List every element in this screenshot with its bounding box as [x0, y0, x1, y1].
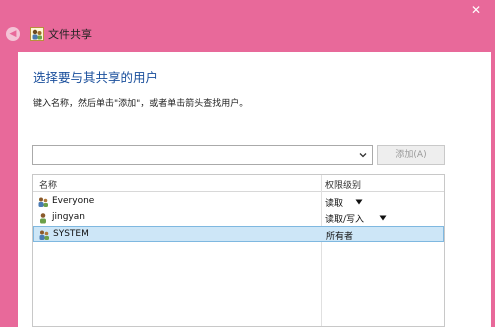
permission-dropdown-icon[interactable]: [379, 215, 387, 221]
column-header-permission[interactable]: 权限级别: [325, 178, 361, 191]
column-header-name[interactable]: 名称: [39, 178, 57, 191]
page-title: 选择要与其共享的用户: [33, 70, 159, 85]
back-icon: ◀: [9, 29, 17, 39]
permission-level[interactable]: 读取/写入: [325, 212, 364, 225]
list-row-jingyan[interactable]: jingyan 读取/写入: [33, 210, 444, 226]
list-row-everyone[interactable]: Everyone 读取: [33, 194, 444, 210]
user-name: Everyone: [52, 196, 95, 206]
window-border: [0, 52, 3, 327]
chevron-down-icon[interactable]: [358, 150, 368, 160]
user-name-combobox[interactable]: [32, 145, 373, 165]
window-title: 文件共享: [48, 28, 92, 41]
group-icon: [39, 230, 49, 240]
group-icon: [38, 197, 48, 207]
close-icon: ✕: [470, 3, 482, 17]
user-name: SYSTEM: [53, 229, 89, 239]
close-button[interactable]: ✕: [457, 0, 495, 22]
dialog-content: 选择要与其共享的用户 键入名称，然后单击"添加"，或者单击箭头查找用户。 添加(…: [18, 52, 491, 327]
instruction-text: 键入名称，然后单击"添加"，或者单击箭头查找用户。: [33, 99, 249, 109]
user-name: jingyan: [52, 212, 85, 222]
share-users-icon: [30, 27, 44, 41]
list-header: 名称 权限级别: [33, 175, 444, 192]
file-sharing-window: ✕ ◀ 文件共享 选择要与其共享的用户 键入名称，然后单击"添加"，或者单击箭头…: [0, 0, 495, 327]
permission-level: 所有者: [326, 232, 354, 242]
title-bar: ✕ ◀ 文件共享: [0, 0, 495, 52]
permission-level[interactable]: 读取: [325, 196, 343, 209]
back-button[interactable]: ◀: [6, 27, 20, 41]
permission-dropdown-icon[interactable]: [355, 199, 363, 205]
add-button[interactable]: 添加(A): [377, 145, 445, 165]
user-icon: [40, 213, 46, 224]
list-row-system[interactable]: SYSTEM 所有者: [33, 226, 444, 242]
user-permission-list: 名称 权限级别 Everyone 读取 jingyan 读取/写入 SYSTEM…: [32, 174, 445, 327]
